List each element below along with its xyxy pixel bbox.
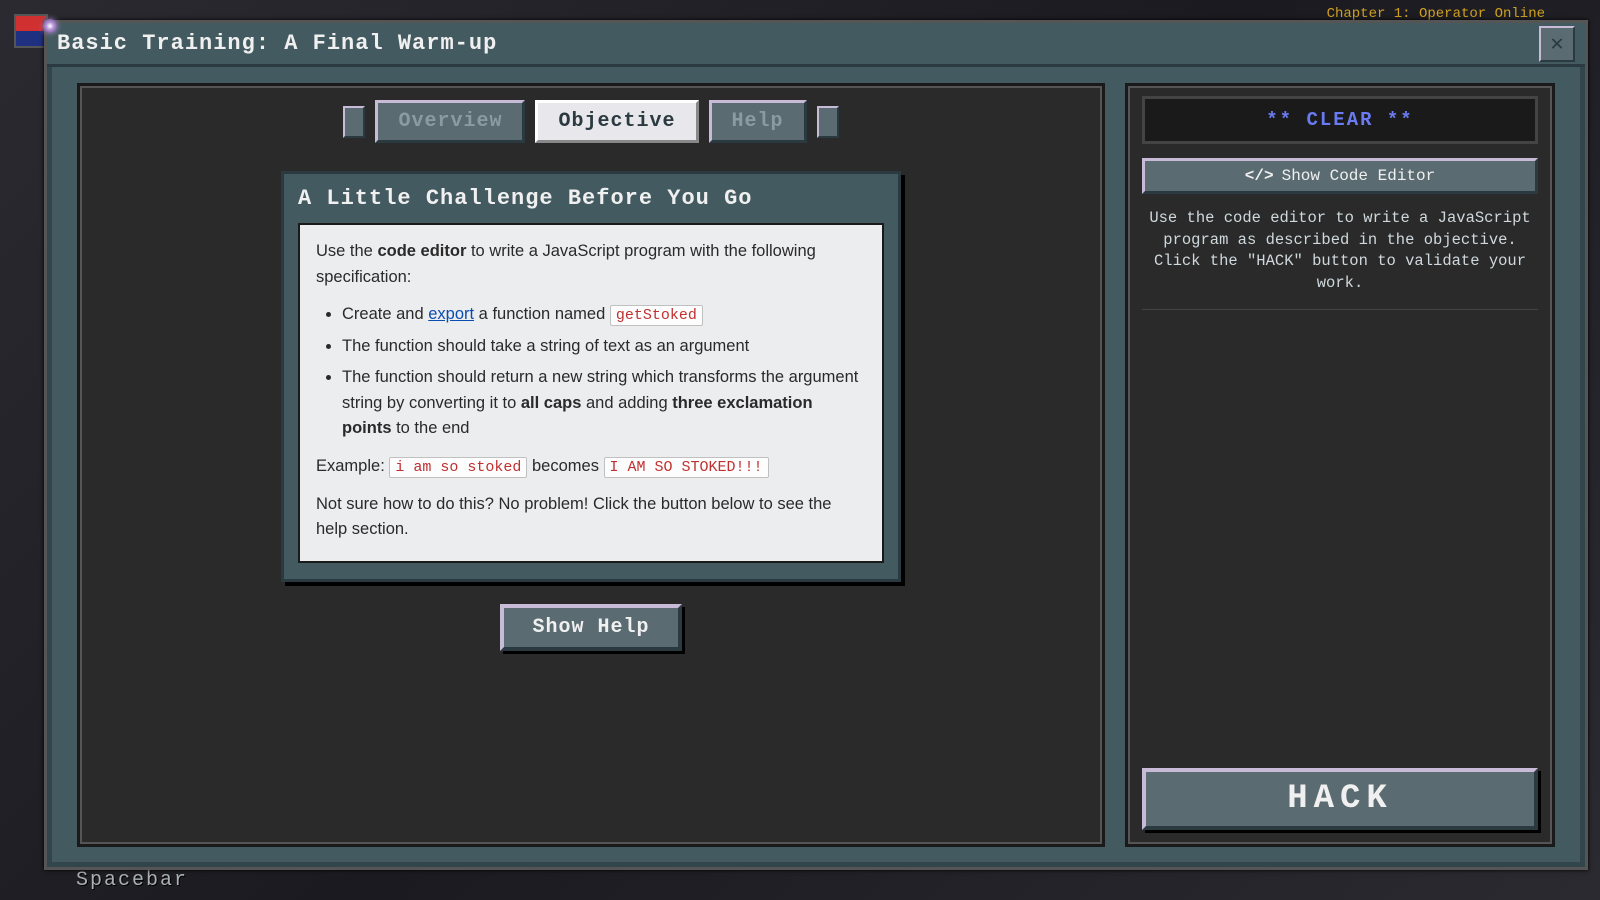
code-icon: </>: [1245, 167, 1274, 185]
show-help-row: Show Help: [98, 604, 1084, 651]
window-title: Basic Training: A Final Warm-up: [57, 31, 497, 56]
card-title: A Little Challenge Before You Go: [298, 186, 884, 211]
show-code-editor-label: Show Code Editor: [1282, 167, 1436, 185]
code-example-output: I AM SO STOKED!!!: [604, 457, 769, 478]
objective-card: A Little Challenge Before You Go Use the…: [281, 171, 901, 582]
card-intro: Use the code editor to write a JavaScrip…: [316, 239, 866, 290]
tabs: Overview Objective Help: [98, 100, 1084, 143]
player-avatar-icon: [14, 14, 48, 48]
list-item: The function should take a string of tex…: [342, 334, 866, 360]
card-outro: Not sure how to do this? No problem! Cli…: [316, 492, 866, 543]
hack-button[interactable]: HACK: [1142, 768, 1538, 830]
window-body: Overview Objective Help A Little Challen…: [77, 83, 1555, 847]
code-getstoked: getStoked: [610, 305, 703, 326]
code-example-input: i am so stoked: [389, 457, 527, 478]
tab-help[interactable]: Help: [709, 100, 807, 143]
tab-cap-left-icon: [343, 106, 365, 138]
mission-window: Basic Training: A Final Warm-up ✕ Overvi…: [44, 20, 1588, 870]
show-help-button[interactable]: Show Help: [500, 604, 681, 651]
side-panel: ** CLEAR ** </> Show Code Editor Use the…: [1125, 83, 1555, 847]
spacebar-hint: Spacebar: [76, 869, 188, 892]
show-code-editor-button[interactable]: </> Show Code Editor: [1142, 158, 1538, 194]
example-line: Example: i am so stoked becomes I AM SO …: [316, 454, 866, 480]
list-item: The function should return a new string …: [342, 365, 866, 442]
main-panel: Overview Objective Help A Little Challen…: [77, 83, 1105, 847]
card-body: Use the code editor to write a JavaScrip…: [298, 223, 884, 563]
clear-banner: ** CLEAR **: [1142, 96, 1538, 144]
corner-gem-icon: [43, 19, 57, 33]
list-item: Create and export a function named getSt…: [342, 302, 866, 328]
tab-cap-right-icon: [817, 106, 839, 138]
export-link[interactable]: export: [428, 305, 474, 323]
side-instruction: Use the code editor to write a JavaScrip…: [1142, 208, 1538, 310]
close-icon: ✕: [1550, 31, 1563, 57]
requirements-list: Create and export a function named getSt…: [342, 302, 866, 442]
tab-overview[interactable]: Overview: [375, 100, 525, 143]
tab-objective[interactable]: Objective: [535, 100, 698, 143]
close-button[interactable]: ✕: [1539, 26, 1575, 62]
titlebar: Basic Training: A Final Warm-up ✕: [47, 23, 1585, 67]
